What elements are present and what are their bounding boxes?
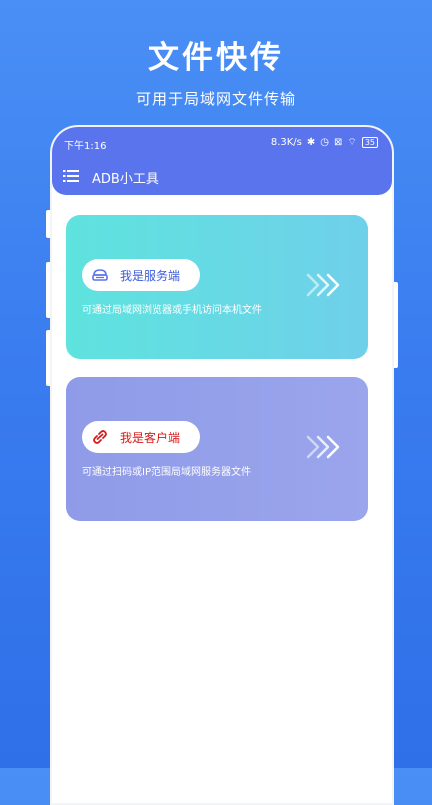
status-icons: 8.3K/s ✱ ◷ ⊠ ⌔ 35 [271,136,378,149]
sim-icon: ⊠ [334,137,343,148]
menu-icon[interactable] [63,169,79,183]
app-bar: ADB小工具 [52,157,392,195]
battery-icon: 35 [361,137,378,148]
client-mode-label: 我是客户端 [120,431,181,445]
client-mode-description: 可通过扫码或IP范围局域网服务器文件 [82,467,251,478]
app-title: ADB小工具 [92,172,159,187]
bluetooth-icon: ✱ [306,137,316,148]
hero-title: 文件快传 [148,40,284,76]
wifi-icon: ⌔ [347,137,357,148]
status-time: 下午1:16 [64,141,107,152]
hero-subtitle: 可用于局域网文件传输 [135,90,296,108]
client-mode-button[interactable]: 我是客户端 [82,421,200,453]
server-mode-description: 可通过局域网浏览器或手机访问本机文件 [82,305,262,316]
client-mode-card[interactable]: 我是客户端 可通过扫码或IP范围局域网服务器文件 [66,377,368,521]
network-speed: 8.3K/s [270,137,302,148]
server-mode-button[interactable]: 我是服务端 [82,259,200,291]
phone-frame: 下午1:16 8.3K/s ✱ ◷ ⊠ ⌔ 35 ADB小工具 我是服务端 可通… [50,125,394,805]
status-bar: 下午1:16 8.3K/s ✱ ◷ ⊠ ⌔ 35 [52,127,392,157]
server-icon [92,269,108,281]
link-icon [93,430,107,444]
triple-chevron-right-icon [306,435,340,459]
server-mode-card[interactable]: 我是服务端 可通过局域网浏览器或手机访问本机文件 [66,215,368,359]
server-mode-label: 我是服务端 [120,269,181,283]
triple-chevron-right-icon [306,273,340,297]
alarm-icon: ◷ [320,137,330,148]
